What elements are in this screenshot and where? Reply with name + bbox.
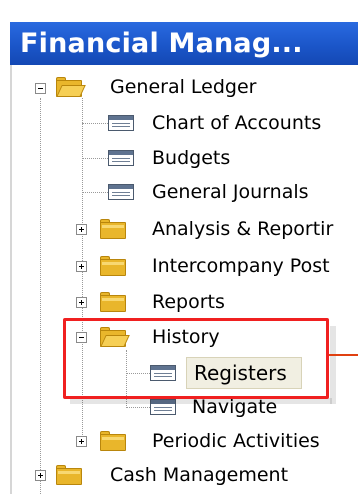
- tree-item-label: Intercompany Post: [152, 255, 330, 277]
- tree-line: [82, 158, 108, 160]
- folder-icon: [100, 219, 126, 239]
- tree-line: [82, 123, 108, 125]
- tree-item-budgets[interactable]: Budgets: [108, 143, 358, 173]
- collapse-icon[interactable]: [35, 83, 46, 94]
- tree-item-cash-management[interactable]: Cash Management: [30, 460, 358, 490]
- tree-item-label: Reports: [152, 291, 225, 313]
- expand-icon[interactable]: [76, 436, 87, 447]
- tree-item-label: Analysis & Reportir: [152, 218, 334, 240]
- folder-icon: [100, 292, 126, 312]
- tree-item-label: General Journals: [152, 181, 309, 203]
- expand-icon[interactable]: [76, 297, 87, 308]
- expand-icon[interactable]: [35, 470, 46, 481]
- callout-line: [329, 354, 358, 356]
- tree-line: [126, 407, 150, 409]
- tree-item-label: General Ledger: [110, 76, 257, 98]
- tree-item-chart-of-accounts[interactable]: Chart of Accounts: [108, 108, 358, 138]
- tree-item-analysis-reporting[interactable]: Analysis & Reportir: [76, 214, 358, 244]
- tree-item-periodic-activities[interactable]: Periodic Activities: [76, 426, 358, 456]
- page-icon: [108, 150, 134, 166]
- folder-icon: [56, 465, 82, 485]
- tree-item-label: Cash Management: [110, 464, 289, 486]
- callout-box: [63, 318, 329, 399]
- expand-icon[interactable]: [76, 261, 87, 272]
- page-icon: [108, 184, 134, 200]
- folder-icon: [100, 431, 126, 451]
- callout-shadow: [330, 326, 336, 404]
- folder-open-icon: [56, 77, 86, 97]
- tree-line: [40, 98, 42, 494]
- navigation-tree: General Ledger Chart of Accounts Budgets…: [0, 0, 358, 494]
- tree-item-label: Budgets: [152, 147, 231, 169]
- page-icon: [108, 115, 134, 131]
- expand-icon[interactable]: [76, 224, 87, 235]
- tree-item-label: Periodic Activities: [152, 430, 320, 452]
- folder-icon: [100, 256, 126, 276]
- tree-item-label: Chart of Accounts: [152, 112, 322, 134]
- tree-line: [82, 192, 108, 194]
- tree-item-general-ledger[interactable]: General Ledger: [30, 72, 350, 102]
- tree-item-general-journals[interactable]: General Journals: [108, 177, 358, 207]
- tree-item-reports[interactable]: Reports: [76, 287, 358, 317]
- tree-item-intercompany-post[interactable]: Intercompany Post: [76, 251, 358, 281]
